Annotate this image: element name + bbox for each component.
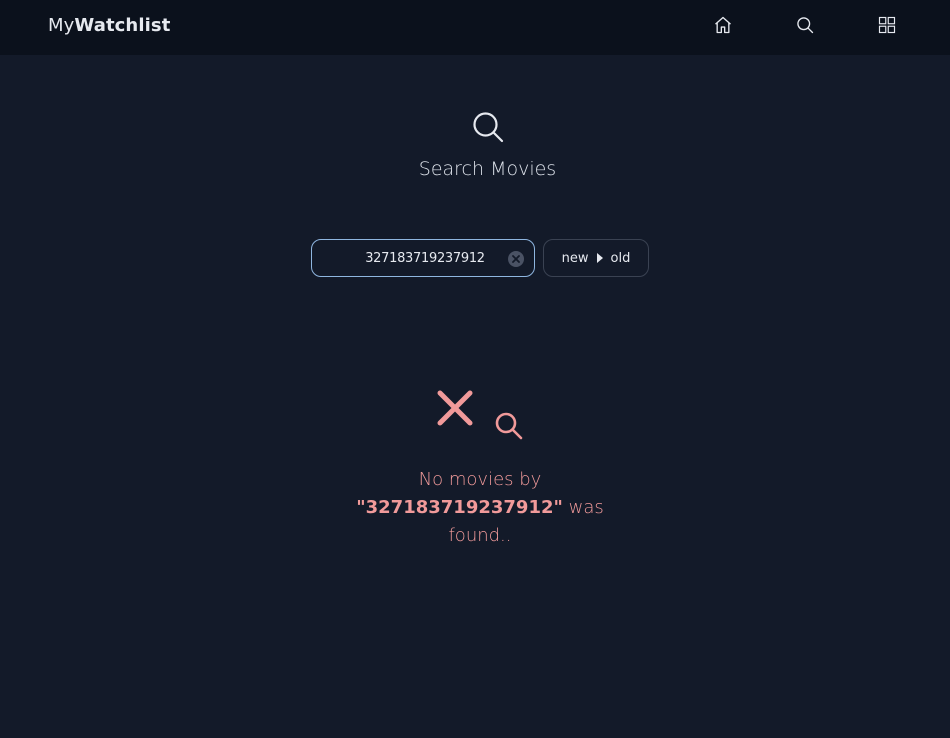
- search-box: [311, 239, 535, 277]
- magnifier-icon: [495, 412, 523, 440]
- sort-from-label: new: [561, 250, 589, 266]
- x-icon: [437, 390, 473, 426]
- no-results-line3: found..: [448, 525, 512, 546]
- clear-search-button[interactable]: [508, 251, 524, 267]
- arrow-right-icon: [596, 253, 603, 263]
- brand-logo[interactable]: MyWatchlist: [48, 15, 170, 36]
- navbar: MyWatchlist: [0, 0, 950, 55]
- search-header: Search Movies: [0, 110, 950, 180]
- close-quote: ": [553, 497, 563, 518]
- brand-bold: Watchlist: [74, 15, 171, 36]
- no-results-line1: No movies by: [418, 469, 542, 490]
- sort-order-button[interactable]: new old: [543, 239, 649, 277]
- page-title: Search Movies: [418, 158, 557, 180]
- no-results-was: was: [562, 497, 604, 518]
- search-nav-icon[interactable]: [794, 14, 816, 36]
- no-results-line2: "327183719237912" was: [0, 494, 950, 522]
- open-quote: ": [356, 497, 366, 518]
- no-results-message: No movies by "327183719237912" was found…: [0, 466, 950, 550]
- search-row: new old: [311, 239, 649, 277]
- search-header-icon: [472, 112, 503, 143]
- no-results-query: 327183719237912: [365, 497, 554, 518]
- brand-light: My: [48, 15, 75, 36]
- empty-state: No movies by "327183719237912" was found…: [0, 388, 950, 550]
- no-results-illustration: [435, 388, 525, 448]
- search-input[interactable]: [340, 250, 510, 266]
- home-icon[interactable]: [712, 14, 734, 36]
- close-icon: [512, 255, 520, 263]
- sort-to-label: old: [610, 250, 631, 266]
- grid-icon[interactable]: [876, 14, 898, 36]
